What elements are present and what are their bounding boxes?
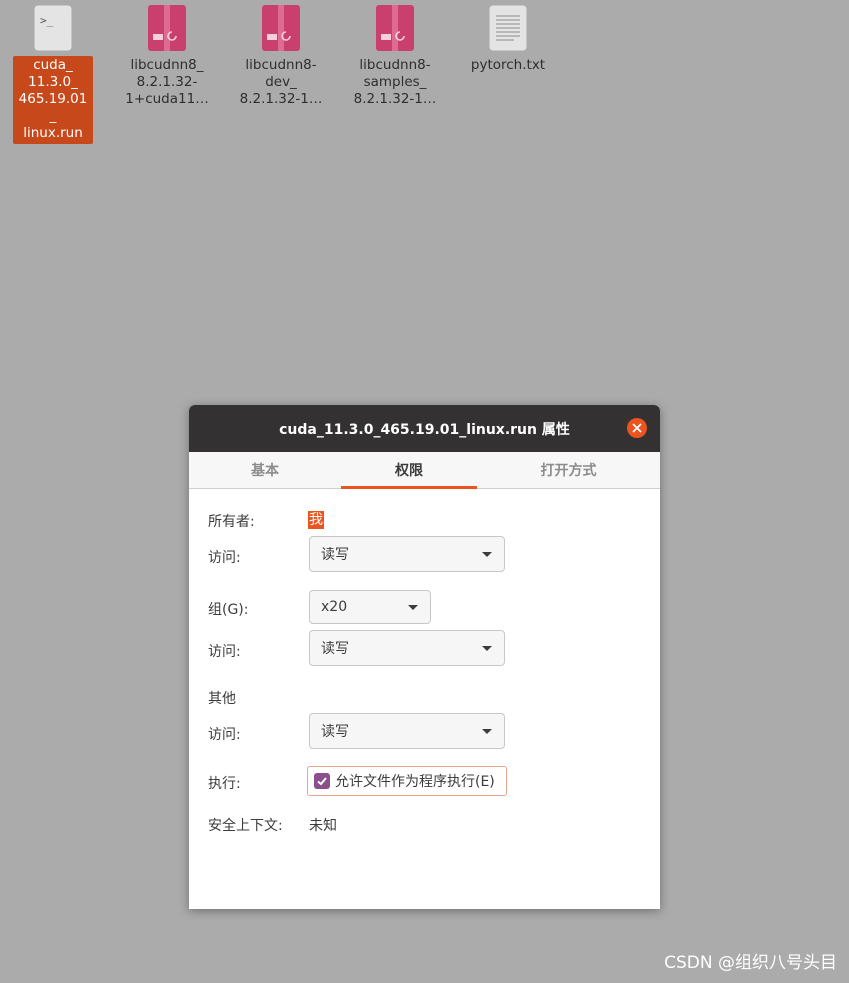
group-access-dropdown[interactable]: 读写 bbox=[309, 630, 505, 666]
owner-access-label: 访问: bbox=[208, 550, 241, 566]
tab-open-with[interactable]: 打开方式 bbox=[477, 452, 660, 488]
desktop-icon-cuda-run[interactable]: >_ cuda_ 11.3.0_ 465.19.01_ linux.run bbox=[5, 4, 101, 144]
debian-package-icon bbox=[262, 5, 300, 51]
execute-checkbox-row[interactable]: 允许文件作为程序执行(E) bbox=[307, 766, 507, 796]
desktop-icon-pytorch-txt[interactable]: pytorch.txt bbox=[460, 4, 556, 76]
desktop-icon-libcudnn8-samples[interactable]: libcudnn8- samples_ 8.2.1.32-1… bbox=[347, 4, 443, 110]
others-access-dropdown[interactable]: 读写 bbox=[309, 713, 505, 749]
dialog-title: cuda_11.3.0_465.19.01_linux.run 属性 bbox=[279, 421, 570, 438]
desktop-icon-label: cuda_ 11.3.0_ 465.19.01_ linux.run bbox=[13, 56, 93, 144]
debian-package-icon bbox=[148, 5, 186, 51]
group-access-label: 访问: bbox=[208, 644, 241, 660]
group-label: 组(G): bbox=[208, 602, 249, 618]
desktop-icon-label: libcudnn8- samples_ 8.2.1.32-1… bbox=[353, 57, 437, 107]
execute-checkbox[interactable] bbox=[314, 773, 330, 789]
watermark: CSDN @组织八号头目 bbox=[664, 953, 837, 973]
desktop-icon-libcudnn8[interactable]: libcudnn8_ 8.2.1.32- 1+cuda11… bbox=[119, 4, 215, 110]
security-context-value: 未知 bbox=[309, 818, 337, 834]
tab-basic[interactable]: 基本 bbox=[189, 452, 341, 488]
desktop-icon-label: libcudnn8- dev_ 8.2.1.32-1… bbox=[239, 57, 323, 107]
close-icon bbox=[632, 423, 642, 433]
execute-checkbox-label: 允许文件作为程序执行(E) bbox=[335, 774, 495, 790]
security-context-label: 安全上下文: bbox=[208, 818, 283, 834]
group-dropdown[interactable]: x20 bbox=[309, 590, 431, 624]
desktop-icon-label: pytorch.txt bbox=[470, 57, 546, 73]
desktop-icon-libcudnn8-dev[interactable]: libcudnn8- dev_ 8.2.1.32-1… bbox=[233, 4, 329, 110]
svg-text:>_: >_ bbox=[40, 14, 54, 27]
chevron-down-icon bbox=[482, 646, 492, 651]
text-file-icon bbox=[488, 4, 528, 52]
terminal-script-icon: >_ bbox=[33, 4, 73, 52]
others-heading: 其他 bbox=[208, 691, 236, 707]
checkmark-icon bbox=[317, 777, 327, 786]
debian-package-icon bbox=[376, 5, 414, 51]
desktop-icon-label: libcudnn8_ 8.2.1.32- 1+cuda11… bbox=[125, 57, 209, 107]
owner-label: 所有者: bbox=[208, 514, 255, 530]
others-access-label: 访问: bbox=[208, 727, 241, 743]
execute-label: 执行: bbox=[208, 776, 241, 792]
tab-permissions[interactable]: 权限 bbox=[341, 452, 477, 489]
others-access-value: 读写 bbox=[321, 724, 349, 740]
tab-bar: 基本 权限 打开方式 bbox=[189, 452, 660, 489]
chevron-down-icon bbox=[408, 605, 418, 610]
chevron-down-icon bbox=[482, 729, 492, 734]
dialog-titlebar[interactable]: cuda_11.3.0_465.19.01_linux.run 属性 bbox=[189, 405, 660, 452]
group-access-value: 读写 bbox=[321, 641, 349, 657]
chevron-down-icon bbox=[482, 552, 492, 557]
group-value: x20 bbox=[321, 599, 348, 615]
properties-dialog: cuda_11.3.0_465.19.01_linux.run 属性 基本 权限… bbox=[189, 405, 660, 909]
owner-access-value: 读写 bbox=[321, 547, 349, 563]
owner-value: 我 bbox=[308, 511, 324, 529]
owner-access-dropdown[interactable]: 读写 bbox=[309, 536, 505, 572]
close-button[interactable] bbox=[627, 418, 647, 438]
